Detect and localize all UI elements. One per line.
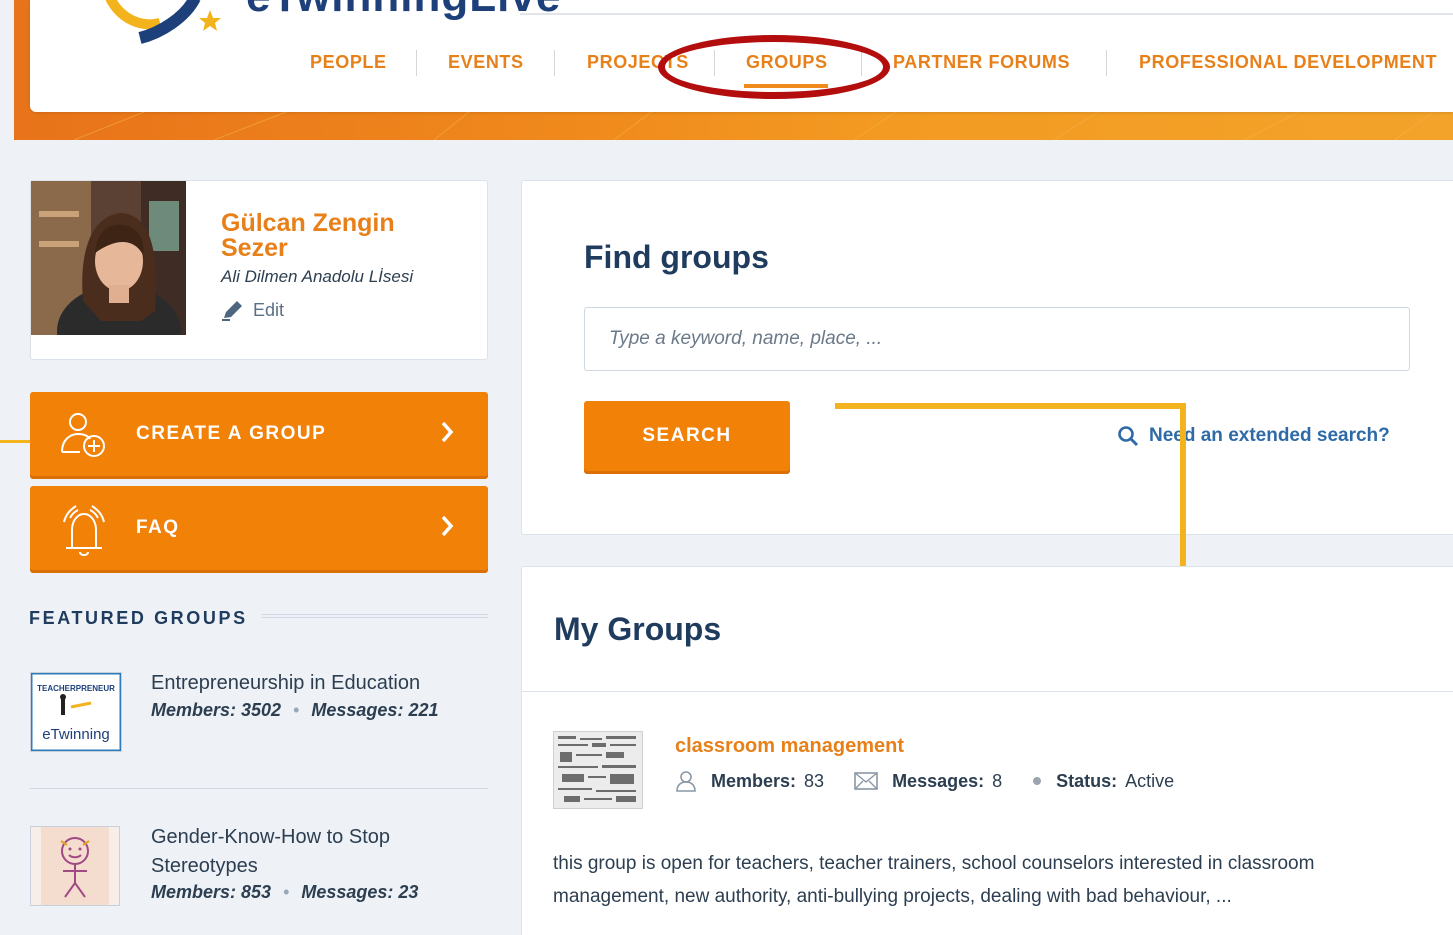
profile-school: Ali Dilmen Anadolu Lİsesi: [221, 267, 414, 286]
thumb-text-bottom: eTwinning: [42, 726, 110, 743]
messages-label: Messages:: [892, 770, 985, 791]
thumb-text-top: TEACHERPRENEUR: [37, 684, 115, 693]
logo-text[interactable]: eTwinningLive: [246, 0, 561, 22]
group-thumbnail[interactable]: [553, 731, 643, 809]
chevron-right-icon: [441, 515, 454, 537]
meta-dot: •: [283, 882, 290, 902]
featured-group-messages: Messages: 23: [301, 882, 419, 902]
featured-group-thumbnail[interactable]: TEACHERPRENEUR eTwinning: [29, 671, 123, 753]
create-group-icon: [61, 413, 105, 457]
nav-partner-forums[interactable]: PARTNER FORUMS: [893, 46, 1070, 78]
etwinning-logo-icon[interactable]: [100, 0, 230, 58]
status-value: Active: [1125, 770, 1175, 791]
group-name-link[interactable]: classroom management: [675, 735, 904, 758]
featured-group-name[interactable]: Gender-Know-How to Stop Stereotypes: [151, 823, 451, 881]
featured-group-item[interactable]: TEACHERPRENEUR eTwinning Entrepreneurshi…: [29, 669, 488, 762]
edit-label: Edit: [253, 299, 285, 320]
profile-card: Gülcan Zengin Sezer Ali Dilmen Anadolu L…: [30, 180, 488, 360]
members-label: Members:: [711, 770, 797, 791]
pencil-icon: [222, 301, 242, 321]
find-groups-title: Find groups: [584, 239, 769, 275]
top-divider: [520, 13, 1453, 15]
create-group-button[interactable]: CREATE A GROUP: [30, 392, 488, 476]
edit-profile-link[interactable]: Edit: [221, 299, 284, 321]
featured-group-meta: Members: 853 • Messages: 23: [151, 882, 418, 903]
bell-icon: [63, 505, 105, 556]
chevron-right-icon: [441, 421, 454, 443]
group-search-input[interactable]: [584, 307, 1410, 371]
my-groups-divider: [522, 691, 1453, 692]
extended-search-label: Need an extended search?: [1149, 425, 1390, 446]
faq-button[interactable]: FAQ: [30, 486, 488, 570]
find-groups-card: Find groups SEARCH Need an extended sear…: [521, 180, 1453, 535]
messages-value: 8: [992, 770, 1003, 791]
nav-events[interactable]: EVENTS: [448, 46, 524, 78]
featured-groups-rule: [262, 614, 488, 618]
nav-separator: [416, 50, 417, 76]
featured-groups-heading: FEATURED GROUPS: [29, 608, 248, 628]
nav-separator: [1106, 50, 1107, 76]
nav-professional-development[interactable]: PROFESSIONAL DEVELOPMENT: [1139, 46, 1437, 78]
nav-people[interactable]: PEOPLE: [310, 46, 387, 78]
group-description: this group is open for teachers, teacher…: [553, 853, 1315, 907]
featured-group-thumbnail[interactable]: [30, 826, 120, 906]
profile-name[interactable]: Gülcan Zengin Sezer: [221, 211, 451, 261]
members-value: 83: [804, 770, 825, 791]
status-dot-icon: [1033, 777, 1042, 785]
nav-separator: [554, 50, 555, 76]
search-icon: [1118, 426, 1139, 447]
featured-group-name[interactable]: Entrepreneurship in Education: [151, 669, 420, 698]
my-groups-title: My Groups: [554, 611, 722, 647]
status-label: Status:: [1056, 770, 1118, 791]
group-meta: Members: 83 Messages: 8 Status: Active: [675, 770, 1204, 792]
featured-group-messages: Messages: 221: [311, 700, 439, 720]
search-button[interactable]: SEARCH: [584, 401, 790, 471]
user-icon: [676, 771, 696, 792]
extended-search-link[interactable]: Need an extended search?: [1117, 425, 1390, 447]
my-groups-card: My Groups classroom management Members: …: [521, 566, 1453, 935]
meta-dot: •: [293, 700, 300, 720]
featured-divider: [30, 788, 488, 789]
featured-group-members: Members: 3502: [151, 700, 282, 720]
featured-group-members: Members: 853: [151, 882, 272, 902]
featured-group-item[interactable]: Gender-Know-How to Stop Stereotypes Memb…: [30, 826, 488, 916]
annotation-red-circle: [658, 35, 890, 99]
featured-group-meta: Members: 3502 • Messages: 221: [151, 700, 438, 721]
faq-label: FAQ: [136, 517, 180, 538]
create-group-label: CREATE A GROUP: [136, 423, 327, 444]
avatar[interactable]: [31, 181, 186, 335]
envelope-icon: [854, 772, 878, 790]
